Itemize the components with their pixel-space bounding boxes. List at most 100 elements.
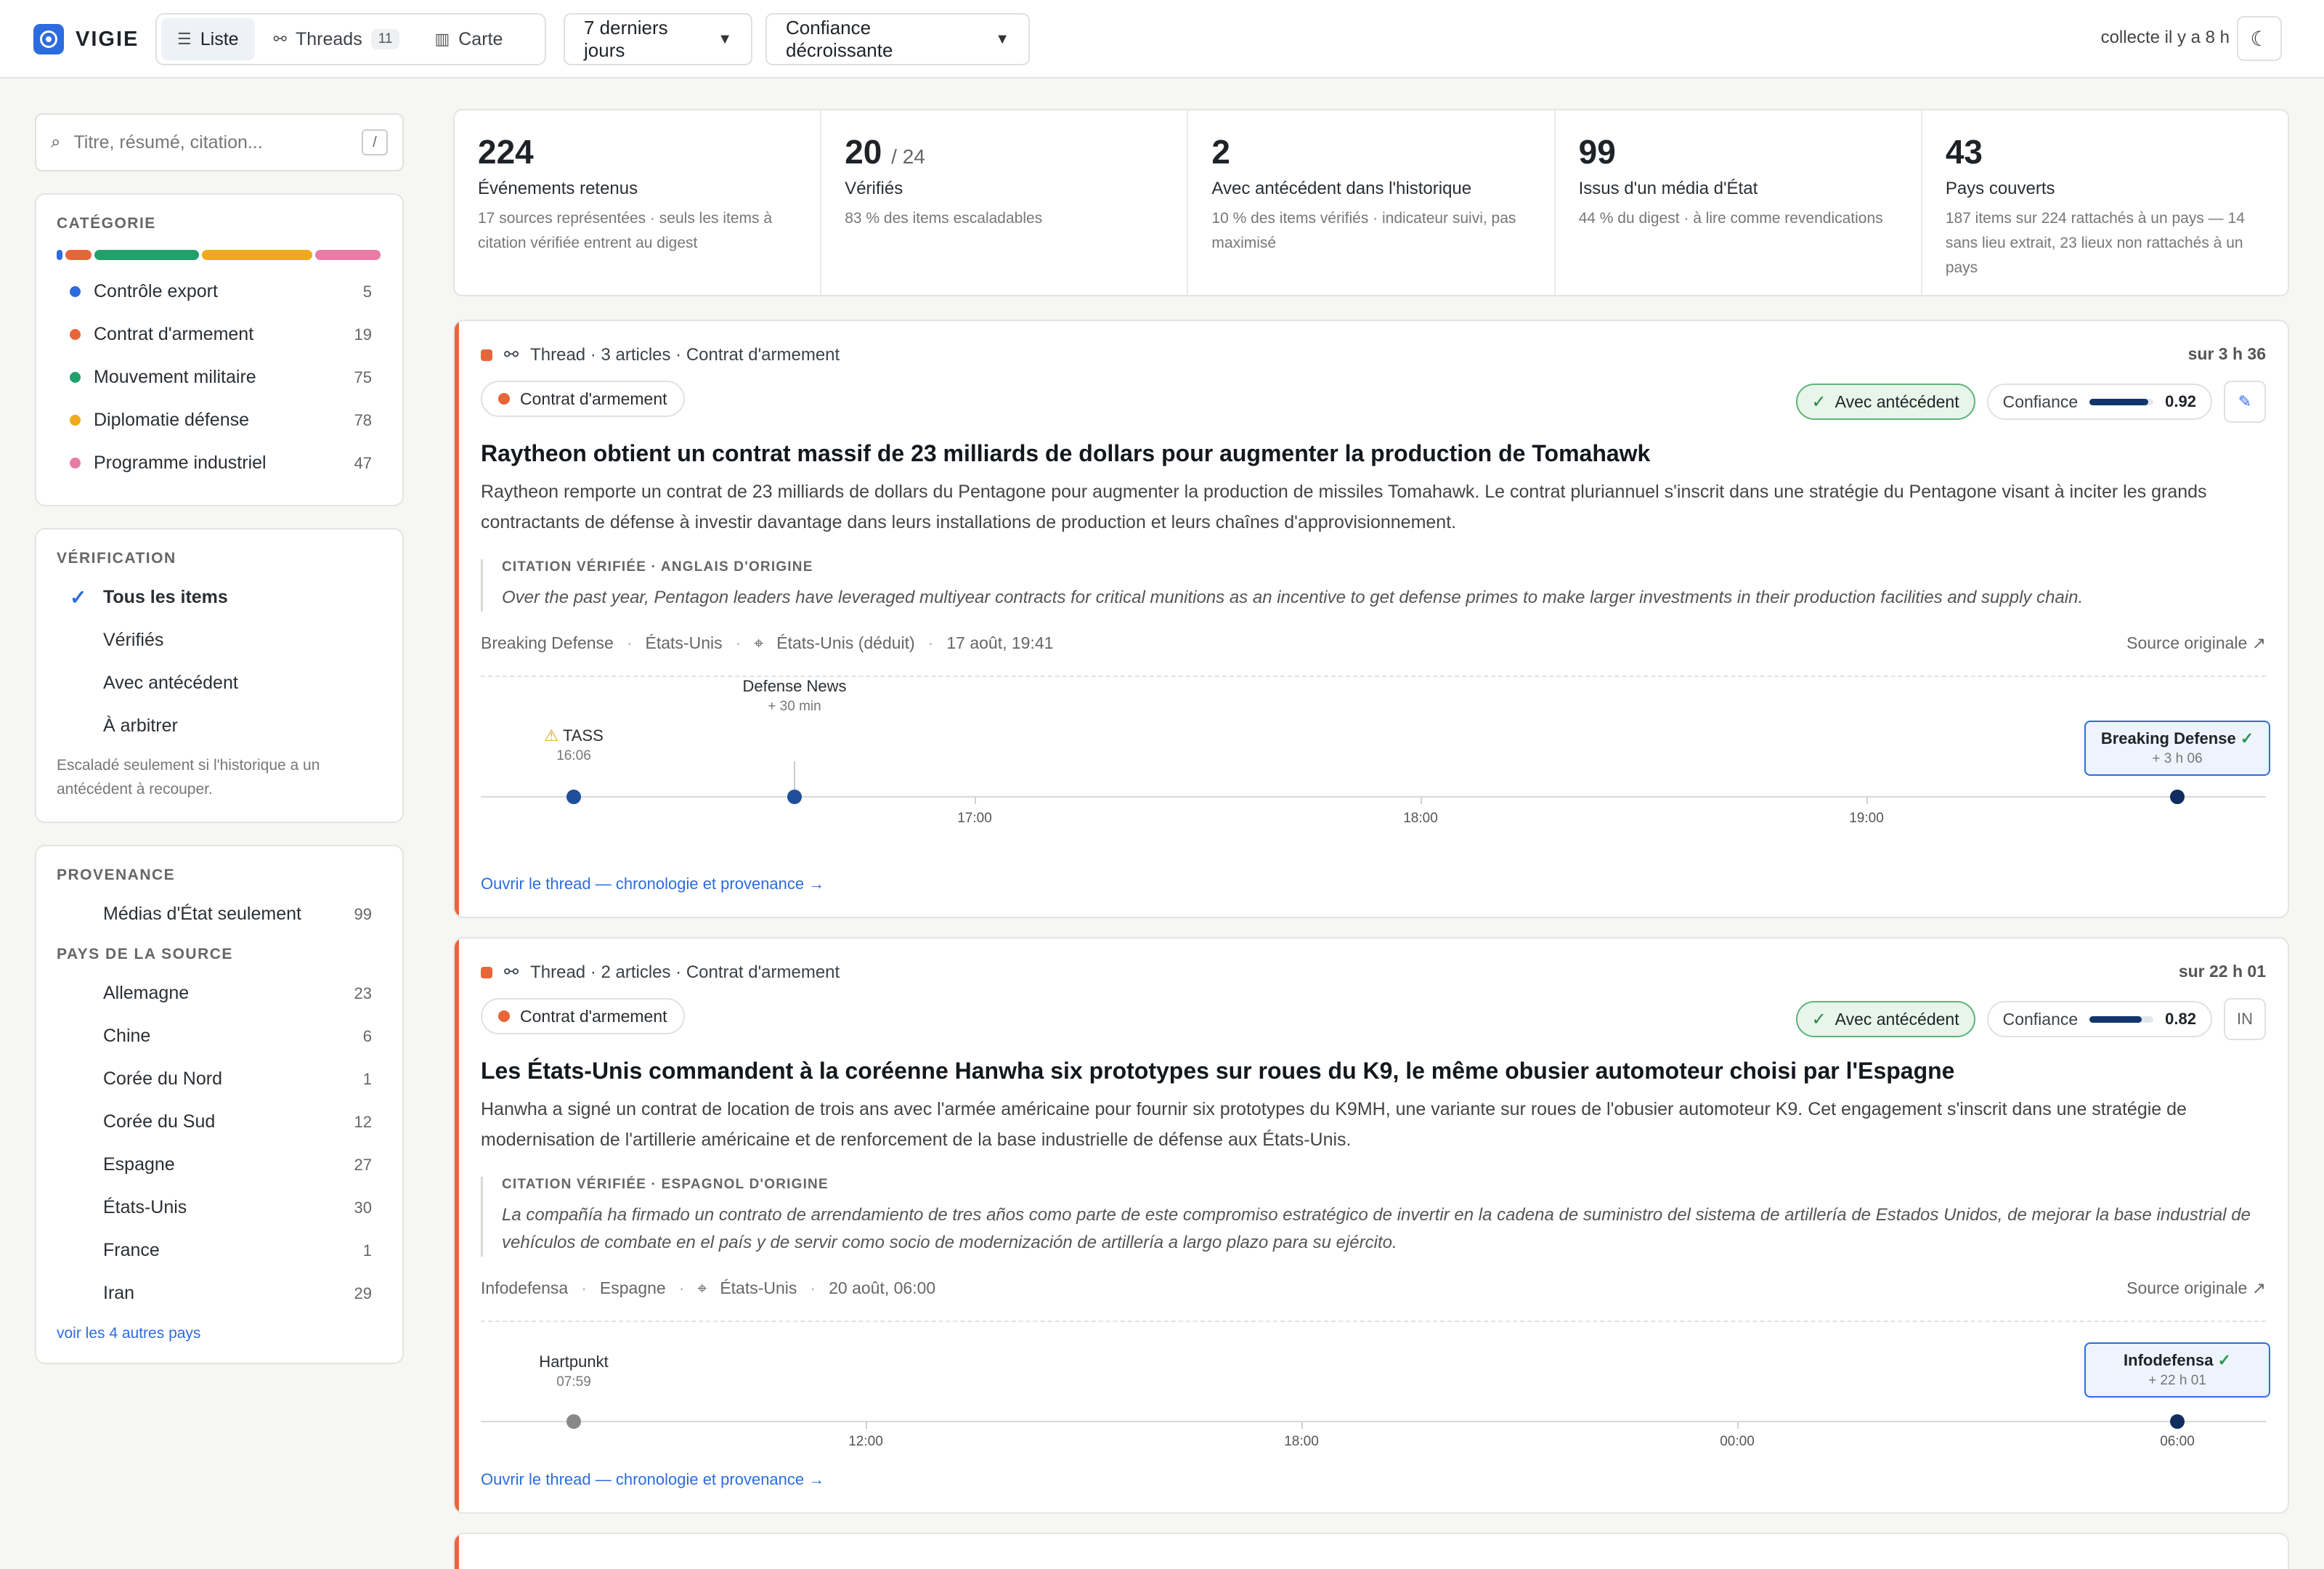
dark-mode-button[interactable]: ☾ (2237, 16, 2282, 61)
category-item-contract[interactable]: Contrat d'armement 19 (57, 313, 382, 356)
timeline-event-dot[interactable] (2170, 1414, 2185, 1429)
tab-map[interactable]: ▥ Carte (418, 18, 519, 60)
category-chip[interactable]: Contrat d'armement (481, 381, 685, 417)
verification-label: Avec antécédent (103, 673, 238, 693)
pin-button[interactable]: ✎ (2224, 381, 2266, 423)
country-count: 27 (354, 1155, 372, 1174)
category-dot (70, 458, 81, 469)
tab-list[interactable]: ☰ Liste (161, 18, 255, 60)
verified-quote: CITATION VÉRIFIÉE · ANGLAIS D'ORIGINE Ov… (481, 559, 2266, 612)
category-dot (70, 329, 81, 340)
verification-antecedent[interactable]: Avec antécédent (57, 662, 382, 705)
verified-quote: CITATION VÉRIFIÉE · ESPAGNOL D'ORIGINE L… (481, 1177, 2266, 1257)
stat-events: 224 Événements retenus 17 sources représ… (455, 110, 822, 295)
tab-threads[interactable]: ⚯ Threads 11 (258, 18, 416, 60)
country-item[interactable]: Iran 29 (57, 1272, 382, 1315)
period-value: 7 derniers jours (584, 17, 668, 61)
stat-suffix: / 24 (891, 145, 925, 168)
event-source: TASS (562, 726, 604, 745)
timeline-axis (481, 1421, 2266, 1422)
thread-card[interactable]: ⚯ Thread · 2 articles · Contrat d'armeme… (453, 937, 2289, 1514)
search-input[interactable]: ⌕ Titre, résumé, citation... / (35, 113, 404, 171)
separator: · (735, 633, 742, 652)
event-label-breaking-defense: Breaking Defense ✓ + 3 h 06 (2084, 721, 2270, 776)
confidence-label: Confiance (2002, 1009, 2079, 1029)
search-placeholder: Titre, résumé, citation... (73, 131, 263, 153)
category-item-export[interactable]: Contrôle export 5 (57, 270, 382, 313)
bar-segment (57, 250, 62, 260)
event-source: Defense News (742, 677, 847, 695)
app-logo[interactable]: VIGIE (33, 23, 139, 55)
tick-mark (1866, 797, 1868, 804)
event-source-group: Infodefensa ✓ (2086, 1351, 2269, 1370)
category-label: Programme industriel (94, 453, 267, 473)
event-time: + 30 min (768, 699, 821, 714)
category-chip[interactable]: Contrat d'armement (481, 998, 685, 1034)
verification-verified[interactable]: Vérifiés (57, 619, 382, 662)
timeline-event-dot[interactable] (787, 790, 802, 804)
country-count: 30 (354, 1198, 372, 1217)
source-link[interactable]: Source originale ↗ (2126, 633, 2266, 653)
stat-sub: 44 % du digest · à lire comme revendicat… (1578, 210, 1883, 227)
shortcut-key: / (362, 129, 388, 155)
verification-panel: VÉRIFICATION ✓ Tous les items Vérifiés A… (35, 528, 404, 823)
thread-duration: sur 22 h 01 (2178, 962, 2266, 981)
verification-label: À arbitrer (103, 715, 178, 736)
thread-summary: Thread · 3 articles · Contrat d'armement (530, 344, 840, 365)
warning-icon: ⚠ (544, 726, 558, 745)
country-item[interactable]: France 1 (57, 1229, 382, 1272)
sort-value: Confiance décroissante (786, 17, 893, 61)
tick-mark (975, 797, 976, 804)
card-title[interactable]: Raytheon obtient un contrat massif de 23… (481, 440, 1650, 467)
verification-all[interactable]: ✓ Tous les items (57, 576, 382, 619)
category-accent (455, 938, 459, 1512)
confidence-badge: Confiance 0.92 (1986, 384, 2212, 420)
timeline-event-dot[interactable] (2170, 790, 2185, 804)
state-media-filter[interactable]: Médias d'État seulement 99 (57, 893, 382, 936)
category-chip-label: Contrat d'armement (520, 1006, 667, 1026)
country-item[interactable]: Chine 6 (57, 1015, 382, 1058)
source-link[interactable]: Source originale ↗ (2126, 1278, 2266, 1298)
event-time: 16:06 (556, 748, 591, 763)
thread-summary: Thread · 2 articles · Contrat d'armement (530, 962, 840, 982)
bar-segment (94, 250, 199, 260)
meta-country: Espagne (599, 1278, 666, 1297)
app-name: VIGIE (76, 27, 139, 51)
country-item[interactable]: Corée du Sud 12 (57, 1100, 382, 1143)
country-count: 12 (354, 1112, 372, 1131)
language-button[interactable]: IN (2224, 998, 2266, 1040)
timeline-event-dot[interactable] (566, 790, 581, 804)
stat-label: Vérifiés (845, 179, 903, 198)
thread-icon: ⚯ (504, 345, 519, 365)
country-item[interactable]: Espagne 27 (57, 1143, 382, 1186)
thread-card[interactable] (453, 1533, 2289, 1569)
pin-location-icon: ⌖ (697, 1278, 707, 1297)
antecedent-badge: ✓ Avec antécédent (1795, 1001, 1975, 1037)
card-title[interactable]: Les États-Unis commandent à la coréenne … (481, 1058, 1954, 1084)
category-item-movement[interactable]: Mouvement militaire 75 (57, 356, 382, 399)
country-item[interactable]: Allemagne 23 (57, 972, 382, 1015)
language-code: IN (2237, 1010, 2253, 1028)
moon-icon: ☾ (2250, 27, 2269, 50)
verification-arbitrate[interactable]: À arbitrer (57, 705, 382, 747)
provenance-heading: PROVENANCE (57, 867, 176, 883)
timeline-event-dot[interactable] (566, 1414, 581, 1429)
event-time: + 22 h 01 (2148, 1373, 2206, 1388)
more-countries-link[interactable]: voir les 4 autres pays (57, 1325, 382, 1342)
category-item-industrial[interactable]: Programme industriel 47 (57, 442, 382, 485)
period-select[interactable]: 7 derniers jours ▼ (564, 13, 752, 65)
country-item[interactable]: États-Unis 30 (57, 1186, 382, 1229)
open-thread-link[interactable]: Ouvrir le thread — chronologie et proven… (481, 1470, 824, 1489)
category-accent (455, 321, 459, 917)
pin-location-icon: ⌖ (754, 633, 764, 652)
open-thread-link[interactable]: Ouvrir le thread — chronologie et proven… (481, 875, 824, 893)
category-dot (498, 1010, 510, 1022)
tab-label: Carte (458, 28, 503, 49)
sort-select[interactable]: Confiance décroissante ▼ (765, 13, 1030, 65)
confidence-value: 0.82 (2165, 1010, 2196, 1028)
country-item[interactable]: Corée du Nord 1 (57, 1058, 382, 1100)
stat-sub: 83 % des items escaladables (845, 210, 1043, 227)
category-item-diplomacy[interactable]: Diplomatie défense 78 (57, 399, 382, 442)
thread-card[interactable]: ⚯ Thread · 3 articles · Contrat d'armeme… (453, 320, 2289, 918)
event-source: Infodefensa (2124, 1351, 2214, 1369)
